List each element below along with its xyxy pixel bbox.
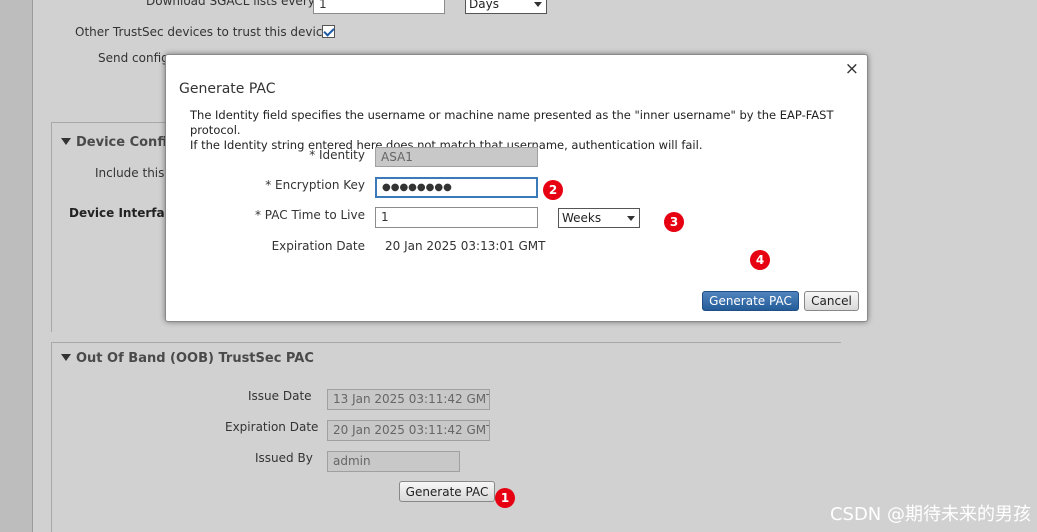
collapse-triangle-icon bbox=[61, 138, 71, 145]
annotation-marker-1: 1 bbox=[495, 488, 515, 508]
download-unit-value: Days bbox=[469, 0, 499, 11]
chevron-down-icon bbox=[627, 216, 635, 221]
collapse-triangle-icon bbox=[61, 354, 71, 361]
oob-issued-by-label: Issued By bbox=[255, 451, 313, 465]
device-interface-label: Device Interface bbox=[69, 206, 180, 220]
encryption-key-label: * Encryption Key bbox=[265, 178, 365, 192]
oob-expiration-date-label: Expiration Date bbox=[225, 420, 319, 434]
pac-ttl-label: * PAC Time to Live bbox=[254, 208, 365, 222]
pac-ttl-unit-select[interactable]: Weeks bbox=[558, 208, 640, 228]
description-line-1: The Identity field specifies the usernam… bbox=[190, 108, 834, 137]
download-interval-input[interactable]: 1 bbox=[313, 0, 445, 14]
include-label: Include this d bbox=[95, 166, 176, 180]
trust-device-checkbox[interactable] bbox=[322, 25, 335, 38]
close-icon[interactable]: × bbox=[845, 59, 859, 79]
identity-field: ASA1 bbox=[375, 147, 538, 167]
oob-issued-by-field: admin bbox=[327, 451, 460, 472]
pac-ttl-unit-value: Weeks bbox=[562, 211, 602, 225]
annotation-marker-3: 3 bbox=[664, 212, 684, 232]
oob-expiration-date-field: 20 Jan 2025 03:11:42 GMT bbox=[327, 420, 490, 441]
encryption-key-input[interactable]: ●●●●●●●● bbox=[375, 177, 538, 198]
divider bbox=[51, 122, 52, 332]
oob-issue-date-label: Issue Date bbox=[248, 389, 312, 403]
oob-generate-pac-button[interactable]: Generate PAC bbox=[399, 481, 495, 502]
divider bbox=[51, 342, 841, 343]
trust-device-label: Other TrustSec devices to trust this dev… bbox=[75, 25, 330, 39]
watermark: CSDN @期待未来的男孩 bbox=[829, 504, 1031, 525]
annotation-marker-4: 4 bbox=[750, 250, 770, 270]
oob-issue-date-field: 13 Jan 2025 03:11:42 GMT bbox=[327, 389, 490, 410]
oob-section-title[interactable]: Out Of Band (OOB) TrustSec PAC bbox=[61, 351, 314, 366]
identity-label: * Identity bbox=[309, 148, 365, 162]
cancel-button[interactable]: Cancel bbox=[804, 291, 859, 311]
download-unit-select[interactable]: Days bbox=[465, 0, 547, 14]
divider bbox=[51, 342, 52, 532]
dialog-title: Generate PAC bbox=[179, 81, 276, 97]
annotation-marker-2: 2 bbox=[543, 180, 563, 200]
generate-pac-dialog: × Generate PAC The Identity field specif… bbox=[165, 54, 868, 322]
generate-pac-button[interactable]: Generate PAC bbox=[702, 291, 799, 311]
download-sgacl-label: Download SGACL lists every bbox=[146, 0, 315, 8]
chevron-down-icon bbox=[534, 2, 542, 7]
pac-ttl-input[interactable]: 1 bbox=[375, 207, 538, 228]
expiration-date-label: Expiration Date bbox=[271, 239, 365, 253]
expiration-date-value: 20 Jan 2025 03:13:01 GMT bbox=[385, 239, 546, 253]
